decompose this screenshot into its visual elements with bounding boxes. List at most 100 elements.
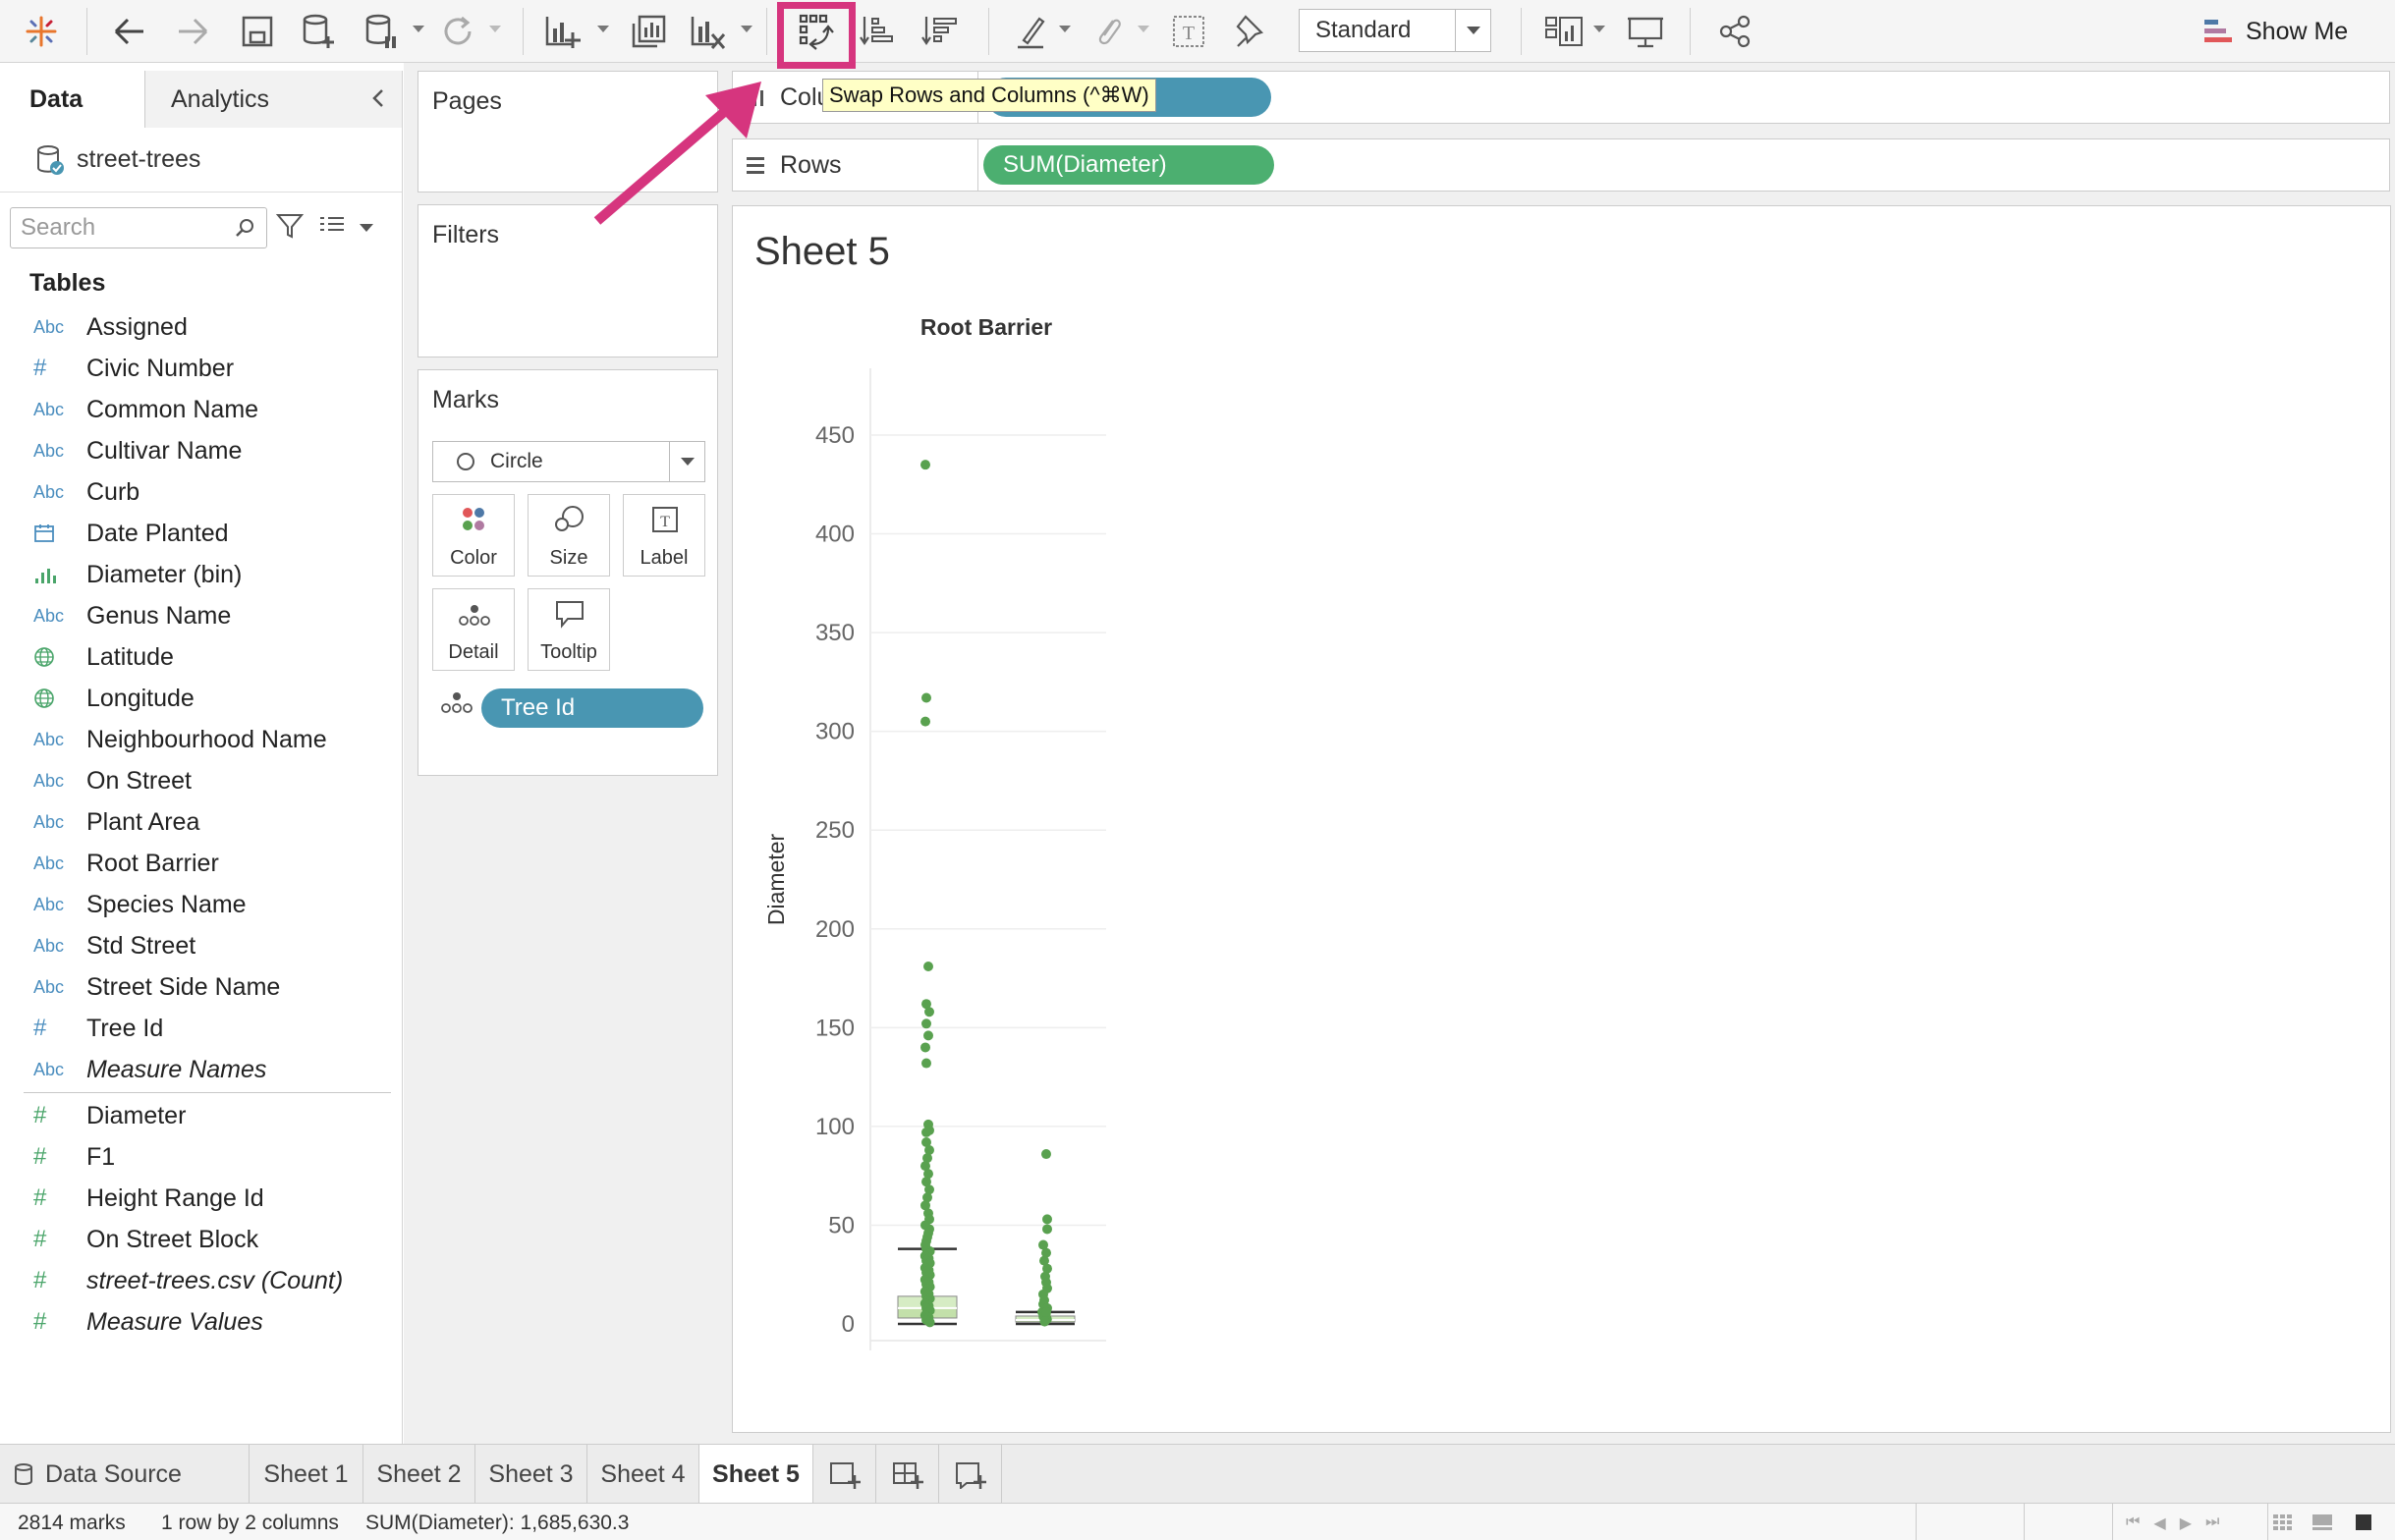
dimension-field[interactable]: Abc Genus Name <box>0 595 403 636</box>
view-list-icon[interactable] <box>318 214 346 243</box>
field-name: Tree Id <box>86 1014 164 1042</box>
string-type-icon: Abc <box>33 894 65 914</box>
detail-icon <box>459 605 490 626</box>
duplicate-icon[interactable] <box>625 8 672 55</box>
show-me-button[interactable]: Show Me <box>2202 10 2348 53</box>
data-point <box>921 1018 931 1029</box>
tooltip-button[interactable]: Tooltip <box>528 588 610 671</box>
tab-analytics[interactable]: Analytics <box>145 71 402 128</box>
measure-field[interactable]: # Measure Values <box>0 1301 403 1343</box>
view-menu-chevron-icon[interactable] <box>360 224 373 232</box>
first-page-icon[interactable]: ⏮ <box>2126 1513 2140 1533</box>
tab-sheet-1[interactable]: Sheet 1 <box>250 1445 363 1504</box>
size-button[interactable]: Size <box>528 494 610 577</box>
dimension-field[interactable]: Abc Assigned <box>0 306 403 348</box>
detail-pill-tree-id[interactable]: Tree Id <box>481 688 703 728</box>
filter-icon[interactable] <box>275 211 305 246</box>
measure-field[interactable]: # On Street Block <box>0 1219 403 1260</box>
data-pane-tabs: Data Analytics <box>0 71 402 128</box>
field-name: Curb <box>86 477 140 506</box>
view-cards-icon[interactable] <box>1542 8 1586 55</box>
labels-icon[interactable]: T <box>1167 8 1210 55</box>
sort-descending-icon[interactable] <box>919 8 963 55</box>
box-plot-chart[interactable]: Root Barrier 0 50 100 150 200 250 300 350 400 450 D… <box>733 290 1145 1350</box>
group-icon[interactable] <box>1086 8 1130 55</box>
sort-ascending-icon[interactable] <box>859 8 898 55</box>
data-source-item[interactable]: street-trees <box>0 128 402 192</box>
label-icon: T <box>652 507 678 532</box>
tableau-logo-icon[interactable] <box>20 8 63 55</box>
tab-sheet-4[interactable]: Sheet 4 <box>587 1445 699 1504</box>
new-data-source-icon[interactable] <box>297 8 340 55</box>
dimension-field[interactable]: Abc Curb <box>0 471 403 513</box>
string-type-icon: Abc <box>33 852 65 873</box>
tableau-window: T Standard Show Me Data Analytics street… <box>0 0 2395 1540</box>
single-view-icon[interactable] <box>2354 1512 2373 1532</box>
dimension-field[interactable]: Abc Street Side Name <box>0 966 403 1008</box>
collapse-pane-icon[interactable] <box>368 84 388 117</box>
search-input[interactable]: Search <box>10 207 267 248</box>
tab-sheet-5[interactable]: Sheet 5 <box>699 1445 813 1504</box>
undo-icon[interactable] <box>106 8 153 55</box>
measure-field[interactable]: # street-trees.csv (Count) <box>0 1260 403 1301</box>
dimension-field[interactable]: Abc Std Street <box>0 925 403 966</box>
rows-pill-sum-diameter[interactable]: SUM(Diameter) <box>983 145 1274 185</box>
data-point <box>924 1007 934 1018</box>
new-story-tab-icon[interactable] <box>939 1445 1002 1504</box>
detail-button[interactable]: Detail <box>432 588 515 671</box>
dimension-field[interactable]: # Civic Number <box>0 348 403 389</box>
highlight-icon[interactable] <box>1010 8 1053 55</box>
new-worksheet-tab-icon[interactable] <box>813 1445 876 1504</box>
pause-auto-updates-icon[interactable] <box>360 8 403 55</box>
dimension-field[interactable]: Abc Root Barrier <box>0 843 403 884</box>
measure-field[interactable]: # Height Range Id <box>0 1178 403 1219</box>
dimension-field[interactable]: Abc Common Name <box>0 389 403 430</box>
new-worksheet-icon[interactable] <box>538 8 587 55</box>
field-name: Longitude <box>86 684 195 712</box>
dimension-field[interactable]: Date Planted <box>0 513 403 554</box>
redo-icon[interactable] <box>169 8 216 55</box>
dimension-field[interactable]: Abc Neighbourhood Name <box>0 719 403 760</box>
tab-sheet-2[interactable]: Sheet 2 <box>363 1445 475 1504</box>
search-placeholder: Search <box>21 214 96 241</box>
dimension-field[interactable]: Diameter (bin) <box>0 554 403 595</box>
field-name: Neighbourhood Name <box>86 725 327 753</box>
filmstrip-view-icon[interactable] <box>2311 1512 2334 1532</box>
new-dashboard-tab-icon[interactable] <box>876 1445 939 1504</box>
number-type-icon: # <box>33 1102 47 1128</box>
save-icon[interactable] <box>236 8 279 55</box>
dimension-field[interactable]: Abc Species Name <box>0 884 403 925</box>
show-me-icon <box>2204 20 2232 42</box>
string-type-icon: Abc <box>33 316 65 337</box>
measure-field[interactable]: # F1 <box>0 1136 403 1178</box>
dimension-field[interactable]: Abc Cultivar Name <box>0 430 403 471</box>
clear-sheet-icon[interactable] <box>684 8 733 55</box>
dimension-field[interactable]: Abc Measure Names <box>0 1049 403 1090</box>
fix-axes-icon[interactable] <box>1228 8 1271 55</box>
string-type-icon: Abc <box>33 770 65 791</box>
share-icon[interactable] <box>1713 8 1756 55</box>
tab-data-source[interactable]: Data Source <box>0 1445 250 1504</box>
rows-shelf[interactable]: Rows SUM(Diameter) <box>732 138 2390 192</box>
last-page-icon[interactable]: ⏭ <box>2205 1513 2219 1533</box>
fit-dropdown[interactable]: Standard <box>1299 9 1491 52</box>
label-button[interactable]: T Label <box>623 494 705 577</box>
prev-page-icon[interactable]: ◀ <box>2153 1513 2165 1533</box>
dimension-field[interactable]: Abc On Street <box>0 760 403 801</box>
dimension-field[interactable]: Abc Plant Area <box>0 801 403 843</box>
dimension-field[interactable]: Longitude <box>0 678 403 719</box>
grid-view-icon[interactable] <box>2271 1512 2295 1532</box>
presentation-icon[interactable] <box>1623 8 1668 55</box>
detail-label: Detail <box>448 641 499 663</box>
tab-sheet-3[interactable]: Sheet 3 <box>475 1445 587 1504</box>
dimension-field[interactable]: # Tree Id <box>0 1008 403 1049</box>
mark-type-dropdown[interactable]: Circle <box>432 441 705 482</box>
tab-data[interactable]: Data <box>0 71 145 128</box>
next-page-icon[interactable]: ▶ <box>2180 1513 2192 1533</box>
measure-field[interactable]: # Diameter <box>0 1095 403 1136</box>
refresh-icon[interactable] <box>436 8 479 55</box>
dimension-field[interactable]: Latitude <box>0 636 403 678</box>
y-tick-label: 200 <box>815 916 855 943</box>
color-button[interactable]: Color <box>432 494 515 577</box>
field-name: Civic Number <box>86 354 235 382</box>
